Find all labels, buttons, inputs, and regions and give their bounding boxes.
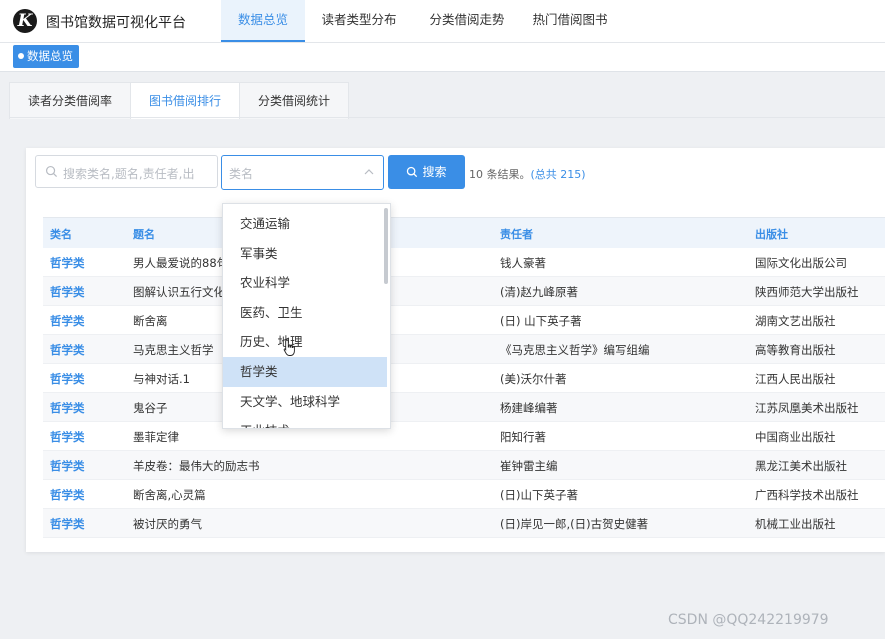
search-icon xyxy=(407,166,418,178)
cell-author: (日) 山下英子著 xyxy=(500,314,582,328)
watermark: CSDN @QQ242219979 xyxy=(668,612,829,628)
breadcrumb-tag[interactable]: 数据总览 xyxy=(13,45,79,68)
category-select[interactable]: 类名 xyxy=(221,155,384,190)
cell-publisher: 黑龙江美术出版社 xyxy=(755,459,847,473)
ranking-card: 搜索类名,题名,责任者,出 类名 搜索 10 条结果。(总共 215) 类名 题… xyxy=(26,148,885,552)
cell-title: 羊皮卷：最伟大的励志书 xyxy=(133,459,260,473)
cell-title: 马克思主义哲学 xyxy=(133,343,214,357)
nav-item-popular-books[interactable]: 热门借阅图书 xyxy=(521,0,619,42)
table-row[interactable]: 哲学类 鬼谷子 杨建峰编著 江苏凤凰美术出版社 xyxy=(43,393,885,422)
cell-author: (清)赵九峰原著 xyxy=(500,285,578,299)
table-row[interactable]: 哲学类 马克思主义哲学 《马克思主义哲学》编写组编 高等教育出版社 xyxy=(43,335,885,364)
cell-category: 哲学类 xyxy=(50,430,85,444)
cell-title: 鬼谷子 xyxy=(133,401,168,415)
cell-category: 哲学类 xyxy=(50,285,85,299)
cell-category: 哲学类 xyxy=(50,401,85,415)
top-nav: 数据总览 读者类型分布 分类借阅走势 热门借阅图书 xyxy=(221,0,619,42)
cell-title: 断舍离 xyxy=(133,314,168,328)
cell-category: 哲学类 xyxy=(50,256,85,270)
dropdown-option[interactable]: 工业技术 xyxy=(223,416,387,428)
search-input[interactable]: 搜索类名,题名,责任者,出 xyxy=(35,155,218,188)
col-author[interactable]: 责任者 xyxy=(500,226,533,242)
cell-publisher: 国际文化出版公司 xyxy=(755,256,847,270)
table-row[interactable]: 哲学类 男人最爱说的88句 钱人豪著 国际文化出版公司 xyxy=(43,248,885,277)
cell-publisher: 陕西师范大学出版社 xyxy=(755,285,859,299)
search-button-label: 搜索 xyxy=(422,165,447,179)
result-count-text: 10 条结果。 xyxy=(469,168,531,181)
cell-title: 图解认识五行文化 xyxy=(133,285,225,299)
select-placeholder: 类名 xyxy=(229,167,254,181)
cell-author: (日)山下英子著 xyxy=(500,488,578,502)
app-logo: K xyxy=(13,9,37,33)
cell-title: 断舍离,心灵篇 xyxy=(133,488,206,502)
cell-author: 《马克思主义哲学》编写组编 xyxy=(500,343,650,357)
cell-category: 哲学类 xyxy=(50,517,85,531)
cell-publisher: 机械工业出版社 xyxy=(755,517,836,531)
cell-publisher: 江西人民出版社 xyxy=(755,372,836,386)
divider xyxy=(9,117,885,118)
nav-item-category-trend[interactable]: 分类借阅走势 xyxy=(413,0,521,42)
col-category[interactable]: 类名 xyxy=(50,226,72,242)
dot-icon xyxy=(18,53,24,59)
dropdown-option[interactable]: 哲学类 xyxy=(223,356,387,387)
cell-category: 哲学类 xyxy=(50,372,85,386)
tab-category-stats[interactable]: 分类借阅统计 xyxy=(240,83,348,119)
app-title: 图书馆数据可视化平台 xyxy=(46,15,186,31)
cell-title: 墨菲定律 xyxy=(133,430,179,444)
tag-bar: 数据总览 xyxy=(0,43,885,72)
table-row[interactable]: 哲学类 断舍离,心灵篇 (日)山下英子著 广西科学技术出版社 xyxy=(43,480,885,509)
tab-reader-category-rate[interactable]: 读者分类借阅率 xyxy=(10,83,131,119)
table-row[interactable]: 哲学类 墨菲定律 阳知行著 中国商业出版社 xyxy=(43,422,885,451)
cell-publisher: 湖南文艺出版社 xyxy=(755,314,836,328)
table-row[interactable]: 哲学类 与神对话.1 (美)沃尔什著 江西人民出版社 xyxy=(43,364,885,393)
col-publisher[interactable]: 出版社 xyxy=(755,226,788,242)
dropdown-option[interactable]: 交通运输 xyxy=(223,209,387,239)
cell-publisher: 中国商业出版社 xyxy=(755,430,836,444)
table-body: 哲学类 男人最爱说的88句 钱人豪著 国际文化出版公司 哲学类 图解认识五行文化 (清)赵九… xyxy=(43,248,885,538)
cell-publisher: 广西科学技术出版社 xyxy=(755,488,859,502)
table-row[interactable]: 哲学类 羊皮卷：最伟大的励志书 崔钟雷主编 黑龙江美术出版社 xyxy=(43,451,885,480)
cell-title: 与神对话.1 xyxy=(133,372,190,386)
dropdown-option[interactable]: 医药、卫生 xyxy=(223,298,387,328)
cell-category: 哲学类 xyxy=(50,488,85,502)
sub-tabs: 读者分类借阅率 图书借阅排行 分类借阅统计 xyxy=(9,82,349,119)
table-row[interactable]: 哲学类 被讨厌的勇气 (日)岸见一郎,(日)古贺史健著 机械工业出版社 xyxy=(43,509,885,538)
cell-publisher: 江苏凤凰美术出版社 xyxy=(755,401,859,415)
breadcrumb-label: 数据总览 xyxy=(27,49,73,63)
search-button[interactable]: 搜索 xyxy=(388,155,465,189)
cell-author: 杨建峰编著 xyxy=(500,401,558,415)
col-title[interactable]: 题名 xyxy=(133,226,155,242)
cell-title: 被讨厌的勇气 xyxy=(133,517,202,531)
cell-author: (日)岸见一郎,(日)古贺史健著 xyxy=(500,517,649,531)
cell-publisher: 高等教育出版社 xyxy=(755,343,836,357)
nav-item-reader-types[interactable]: 读者类型分布 xyxy=(305,0,413,42)
table-row[interactable]: 哲学类 断舍离 (日) 山下英子著 湖南文艺出版社 xyxy=(43,306,885,335)
tab-book-ranking[interactable]: 图书借阅排行 xyxy=(131,83,240,119)
cell-category: 哲学类 xyxy=(50,343,85,357)
top-header: K 图书馆数据可视化平台 数据总览 读者类型分布 分类借阅走势 热门借阅图书 xyxy=(0,0,885,43)
nav-item-overview[interactable]: 数据总览 xyxy=(221,0,305,42)
result-count: 10 条结果。(总共 215) xyxy=(469,166,586,182)
cell-author: 崔钟雷主编 xyxy=(500,459,558,473)
dropdown-scrollbar[interactable] xyxy=(384,208,388,284)
cell-category: 哲学类 xyxy=(50,459,85,473)
hand-cursor-icon xyxy=(283,339,295,356)
dropdown-option[interactable]: 农业科学 xyxy=(223,268,387,298)
chevron-up-icon xyxy=(364,169,374,175)
search-icon xyxy=(45,165,58,178)
search-placeholder: 搜索类名,题名,责任者,出 xyxy=(63,167,195,181)
table-header: 类名 题名 责任者 出版社 xyxy=(43,217,885,248)
dropdown-option[interactable]: 军事类 xyxy=(223,239,387,269)
dropdown-option[interactable]: 历史、地理 xyxy=(223,327,387,357)
dropdown-list: 交通运输军事类农业科学医药、卫生历史、地理哲学类天文学、地球科学工业技术 xyxy=(223,209,387,428)
cell-author: 阳知行著 xyxy=(500,430,546,444)
cell-author: 钱人豪著 xyxy=(500,256,546,270)
cell-title: 男人最爱说的88句 xyxy=(133,256,229,270)
result-total: (总共 215) xyxy=(530,168,586,181)
dropdown-option[interactable]: 天文学、地球科学 xyxy=(223,387,387,417)
category-dropdown: 交通运输军事类农业科学医药、卫生历史、地理哲学类天文学、地球科学工业技术 xyxy=(222,203,391,429)
cell-author: (美)沃尔什著 xyxy=(500,372,567,386)
cell-category: 哲学类 xyxy=(50,314,85,328)
table-row[interactable]: 哲学类 图解认识五行文化 (清)赵九峰原著 陕西师范大学出版社 xyxy=(43,277,885,306)
